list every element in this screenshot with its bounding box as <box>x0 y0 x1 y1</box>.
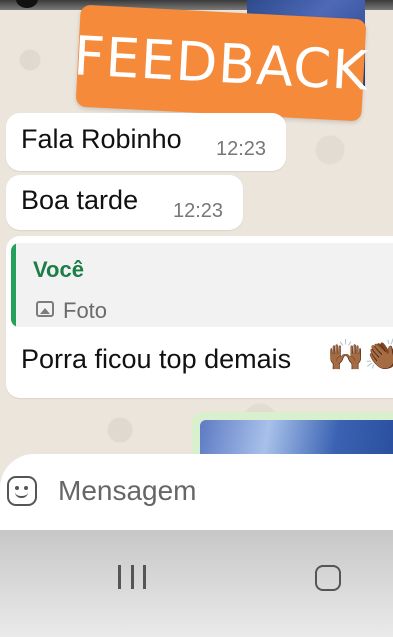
message-input[interactable]: Mensagem <box>58 475 197 507</box>
recent-apps-icon[interactable] <box>118 565 146 589</box>
feedback-sticker-text: FEEDBACK <box>72 23 370 103</box>
avatar[interactable] <box>16 0 38 8</box>
feedback-sticker: FEEDBACK <box>72 4 370 122</box>
message-text: Porra ficou top demais <box>21 344 292 374</box>
system-nav-bar <box>0 530 393 637</box>
home-icon[interactable] <box>315 565 341 591</box>
message-input-bar: Mensagem <box>0 454 393 530</box>
quoted-message[interactable]: Você Foto <box>11 243 393 327</box>
photo-icon <box>36 301 54 317</box>
sent-image[interactable] <box>200 420 393 456</box>
sticker-icon[interactable] <box>7 476 37 506</box>
message-bubble[interactable]: Boa tarde 12:23 <box>6 175 243 230</box>
sent-image-message[interactable] <box>192 412 393 456</box>
message-bubble[interactable]: Fala Robinho 12:23 <box>6 113 286 171</box>
message-text: Boa tarde <box>21 185 139 215</box>
quote-author: Você <box>33 257 84 282</box>
quote-media-label: Foto <box>63 298 108 323</box>
message-emoji: 🙌🏾👏🏾 <box>327 339 393 372</box>
reply-message-bubble[interactable]: Você Foto Porra ficou top demais 🙌🏾👏🏾 <box>6 236 393 398</box>
message-time: 12:23 <box>216 138 267 160</box>
message-text: Fala Robinho <box>21 124 182 154</box>
message-time: 12:23 <box>173 200 224 222</box>
quote-accent-bar <box>11 243 16 327</box>
